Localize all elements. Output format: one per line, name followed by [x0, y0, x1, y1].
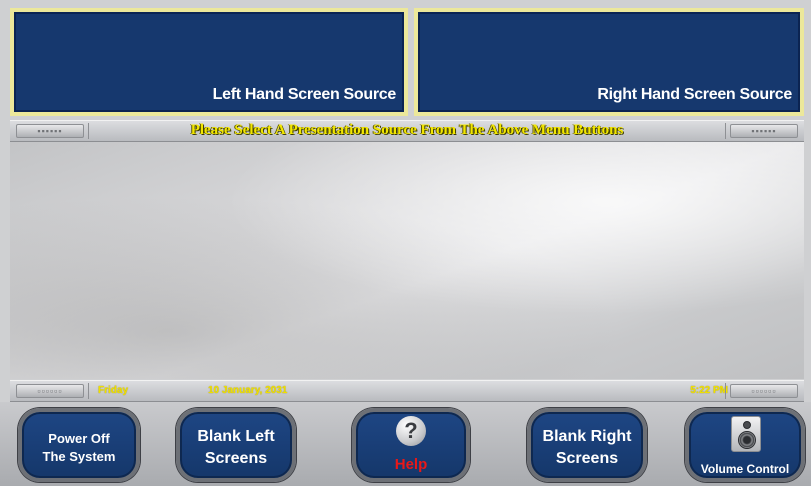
date-text: 10 January, 2031 — [208, 385, 288, 396]
blank-right-label: Blank Right Screens — [531, 426, 643, 470]
prompt-message: Please Select A Presentation Source From… — [190, 122, 624, 138]
speaker-tweeter — [743, 421, 751, 429]
grip-right-icon: ▫▫▫▫▫▫ — [730, 384, 798, 398]
grip-right-icon: ▪▪▪▪▪▪ — [730, 124, 798, 138]
prompt-bar: ▪▪▪▪▪▪ Please Select A Presentation Sour… — [10, 120, 804, 142]
divider — [725, 383, 726, 399]
status-bar: ▫▫▫▫▫▫ Friday 10 January, 2031 5:22 PM ▫… — [10, 380, 804, 402]
power-off-label-line2: The System — [42, 449, 116, 464]
volume-control-label: Volume Control — [700, 462, 790, 476]
blank-left-screens-button[interactable]: Blank Left Screens — [176, 408, 296, 482]
blank-right-screens-button[interactable]: Blank Right Screens — [527, 408, 647, 482]
right-screen-source-button[interactable]: Right Hand Screen Source — [414, 8, 804, 116]
help-button[interactable]: ? Help — [352, 408, 470, 482]
left-screen-source-button[interactable]: Left Hand Screen Source — [10, 8, 408, 116]
volume-control-button[interactable]: Volume Control — [685, 408, 805, 482]
divider — [725, 123, 726, 139]
time-text: 5:22 PM — [690, 385, 728, 396]
presentation-display-area — [10, 142, 804, 379]
left-screen-source-label: Left Hand Screen Source — [212, 86, 397, 103]
question-mark-icon: ? — [396, 416, 426, 446]
speaker-icon — [731, 416, 761, 452]
power-off-label: Power Off The System — [22, 430, 136, 466]
power-off-button[interactable]: Power Off The System — [18, 408, 140, 482]
help-label: Help — [394, 456, 428, 473]
right-screen-source-label: Right Hand Screen Source — [597, 86, 792, 103]
blank-right-label-line2: Screens — [555, 450, 619, 467]
blank-left-label-line2: Screens — [204, 450, 268, 467]
grip-left-icon: ▫▫▫▫▫▫ — [16, 384, 84, 398]
speaker-woofer — [738, 431, 756, 449]
blank-right-label-line1: Blank Right — [542, 428, 632, 445]
power-off-label-line1: Power Off — [48, 431, 110, 446]
control-tray: Power Off The System Blank Left Screens … — [0, 402, 811, 486]
divider — [88, 383, 89, 399]
blank-left-label-line1: Blank Left — [197, 428, 275, 445]
blank-left-label: Blank Left Screens — [180, 426, 292, 470]
day-text: Friday — [98, 385, 129, 396]
